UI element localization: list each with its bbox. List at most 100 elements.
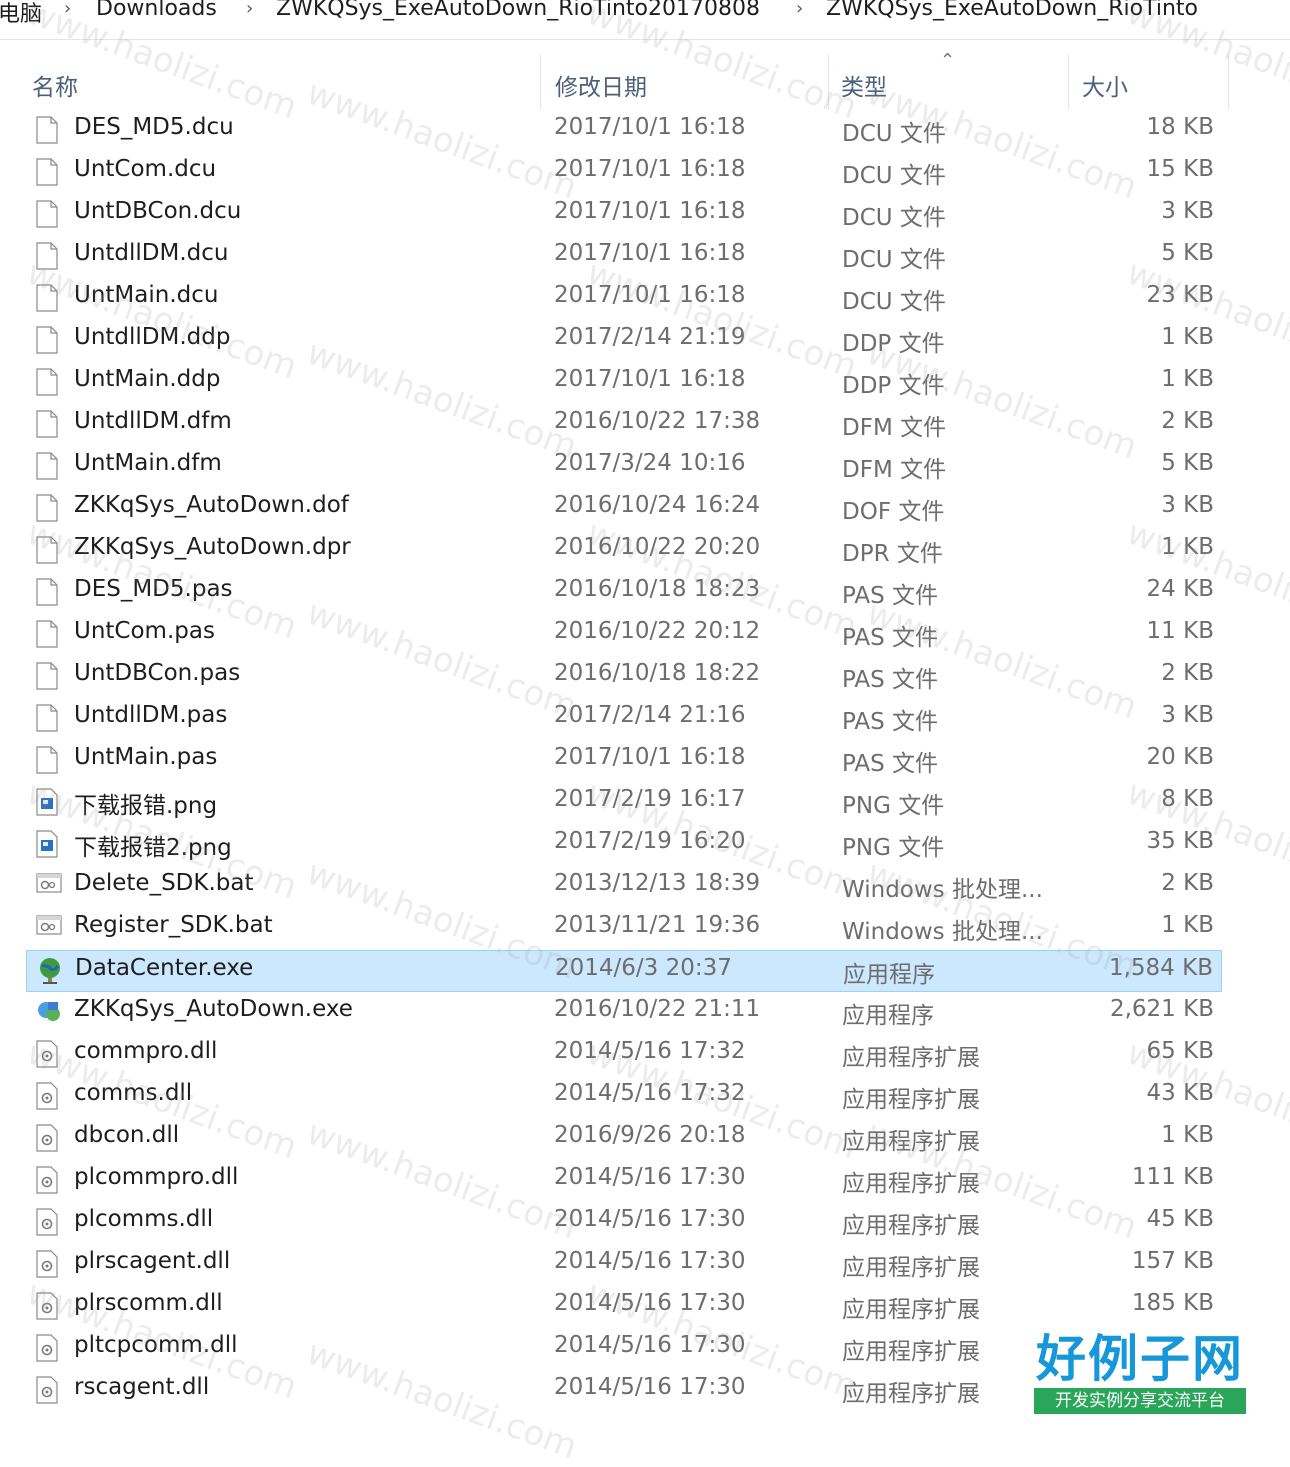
file-name: UntdllDM.dcu	[74, 240, 229, 266]
column-header-date[interactable]: 修改日期	[555, 68, 647, 102]
globe-app-icon	[37, 957, 60, 985]
file-row[interactable]: UntdllDM.dcu 2017/10/1 16:18 DCU 文件 5 KB	[26, 236, 1222, 278]
file-size: 1 KB	[1161, 912, 1214, 938]
column-header-name[interactable]: 名称	[32, 68, 78, 102]
file-row[interactable]: UntdllDM.ddp 2017/2/14 21:19 DDP 文件 1 KB	[26, 320, 1222, 362]
file-row[interactable]: UntMain.pas 2017/10/1 16:18 PAS 文件 20 KB	[26, 740, 1222, 782]
file-row[interactable]: plcommpro.dll 2014/5/16 17:30 应用程序扩展 111 KB	[26, 1160, 1222, 1202]
blank-file-icon	[36, 620, 58, 648]
file-type: DDP 文件	[842, 373, 945, 399]
file-row[interactable]: ZKKqSys_AutoDown.dof 2016/10/24 16:24 DOF …	[26, 488, 1222, 530]
column-divider[interactable]	[1228, 54, 1229, 110]
blank-file-icon	[36, 368, 58, 396]
blank-file-icon	[36, 200, 58, 228]
file-row[interactable]: ZKKqSys_AutoDown.exe 2016/10/22 21:11 应用程序…	[26, 992, 1222, 1034]
file-row[interactable]: UntDBCon.dcu 2017/10/1 16:18 DCU 文件 3 KB	[26, 194, 1222, 236]
file-type: DFM 文件	[842, 415, 947, 441]
file-modified-date: 2014/5/16 17:30	[554, 1332, 746, 1358]
breadcrumb-item-parent-folder[interactable]: ZWKQSys_ExeAutoDown_RioTinto20170808	[276, 0, 760, 21]
file-row[interactable]: 下载报错2.png 2017/2/19 16:20 PNG 文件 35 KB	[26, 824, 1222, 866]
blank-file-icon	[36, 410, 58, 438]
file-row[interactable]: Delete_SDK.bat 2013/12/13 18:39 Windows 批处…	[26, 866, 1222, 908]
column-divider[interactable]	[540, 54, 541, 110]
file-size: 45 KB	[1146, 1206, 1214, 1232]
file-name: commpro.dll	[74, 1038, 218, 1064]
file-name: ZKKqSys_AutoDown.exe	[74, 996, 353, 1022]
file-row[interactable]: dbcon.dll 2016/9/26 20:18 应用程序扩展 1 KB	[26, 1118, 1222, 1160]
file-row[interactable]: UntMain.dfm 2017/3/24 10:16 DFM 文件 5 KB	[26, 446, 1222, 488]
dll-file-icon	[36, 1040, 58, 1068]
breadcrumb-item-current-folder[interactable]: ZWKQSys_ExeAutoDown_RioTinto	[826, 0, 1198, 21]
file-row[interactable]: UntCom.dcu 2017/10/1 16:18 DCU 文件 15 KB	[26, 152, 1222, 194]
file-row[interactable]: 下载报错.png 2017/2/19 16:17 PNG 文件 8 KB	[26, 782, 1222, 824]
file-row[interactable]: ZKKqSys_AutoDown.dpr 2016/10/22 20:20 DPR …	[26, 530, 1222, 572]
file-type: DCU 文件	[842, 247, 946, 273]
batch-file-icon	[36, 914, 62, 942]
column-divider[interactable]	[1068, 54, 1069, 110]
file-row[interactable]: UntCom.pas 2016/10/22 20:12 PAS 文件 11 KB	[26, 614, 1222, 656]
file-type: Windows 批处理...	[842, 877, 1043, 903]
dll-file-icon	[36, 1334, 58, 1362]
file-modified-date: 2017/10/1 16:18	[554, 744, 746, 770]
image-file-icon	[36, 788, 58, 816]
column-header-type[interactable]: 类型	[841, 68, 887, 102]
file-modified-date: 2017/2/19 16:17	[554, 786, 746, 812]
file-name: comms.dll	[74, 1080, 193, 1106]
file-row[interactable]: DES_MD5.dcu 2017/10/1 16:18 DCU 文件 18 KB	[26, 110, 1222, 152]
sort-ascending-icon: ⌃	[940, 50, 956, 71]
breadcrumb-item-pc[interactable]: 电脑	[0, 0, 42, 28]
file-name: UntMain.dfm	[74, 450, 222, 476]
file-row[interactable]: UntdllDM.dfm 2016/10/22 17:38 DFM 文件 2 KB	[26, 404, 1222, 446]
file-type: 应用程序扩展	[842, 1381, 980, 1407]
file-row[interactable]: DataCenter.exe 2014/6/3 20:37 应用程序 1,584 KB	[26, 950, 1222, 992]
file-row[interactable]: UntDBCon.pas 2016/10/18 18:22 PAS 文件 2 KB	[26, 656, 1222, 698]
file-size: 65 KB	[1146, 1038, 1214, 1064]
file-name: plcommpro.dll	[74, 1164, 239, 1190]
file-row[interactable]: commpro.dll 2014/5/16 17:32 应用程序扩展 65 KB	[26, 1034, 1222, 1076]
dll-file-icon	[36, 1376, 58, 1404]
file-row[interactable]: plrscomm.dll 2014/5/16 17:30 应用程序扩展 185 KB	[26, 1286, 1222, 1328]
file-type: DCU 文件	[842, 121, 946, 147]
file-row[interactable]: UntMain.dcu 2017/10/1 16:18 DCU 文件 23 KB	[26, 278, 1222, 320]
column-divider[interactable]	[828, 54, 829, 110]
file-name: DES_MD5.pas	[74, 576, 233, 602]
file-type: DDP 文件	[842, 331, 945, 357]
file-type: 应用程序	[843, 962, 935, 988]
file-row[interactable]: plcomms.dll 2014/5/16 17:30 应用程序扩展 45 KB	[26, 1202, 1222, 1244]
file-row[interactable]: UntdllDM.pas 2017/2/14 21:16 PAS 文件 3 KB	[26, 698, 1222, 740]
dll-file-icon	[36, 1166, 58, 1194]
file-row[interactable]: comms.dll 2014/5/16 17:32 应用程序扩展 43 KB	[26, 1076, 1222, 1118]
file-type: 应用程序扩展	[842, 1129, 980, 1155]
file-row[interactable]: UntMain.ddp 2017/10/1 16:18 DDP 文件 1 KB	[26, 362, 1222, 404]
file-name: 下载报错.png	[74, 793, 218, 819]
file-row[interactable]: DES_MD5.pas 2016/10/18 18:23 PAS 文件 24 KB	[26, 572, 1222, 614]
file-size: 15 KB	[1146, 156, 1214, 182]
file-modified-date: 2016/10/18 18:23	[554, 576, 761, 602]
file-size: 5 KB	[1161, 450, 1214, 476]
column-header-size[interactable]: 大小	[1082, 68, 1128, 102]
file-name: UntDBCon.dcu	[74, 198, 242, 224]
chevron-right-icon[interactable]: ›	[796, 0, 803, 19]
file-name: ZKKqSys_AutoDown.dpr	[74, 534, 351, 560]
chevron-right-icon[interactable]: ›	[246, 0, 253, 19]
file-name: dbcon.dll	[74, 1122, 180, 1148]
blank-file-icon	[36, 452, 58, 480]
file-row[interactable]: Register_SDK.bat 2013/11/21 19:36 Windows …	[26, 908, 1222, 950]
file-type: PAS 文件	[842, 583, 939, 609]
file-row[interactable]: plrscagent.dll 2014/5/16 17:30 应用程序扩展 157 K…	[26, 1244, 1222, 1286]
file-modified-date: 2017/10/1 16:18	[554, 198, 746, 224]
breadcrumb-item-downloads[interactable]: Downloads	[96, 0, 217, 21]
file-size: 2 KB	[1161, 408, 1214, 434]
file-modified-date: 2017/3/24 10:16	[554, 450, 746, 476]
file-name: plrscagent.dll	[74, 1248, 231, 1274]
dll-file-icon	[36, 1250, 58, 1278]
blank-file-icon	[36, 116, 58, 144]
chevron-right-icon[interactable]: ›	[64, 0, 71, 19]
file-modified-date: 2014/6/3 20:37	[555, 955, 732, 981]
file-type: 应用程序扩展	[842, 1045, 980, 1071]
file-size: 111 KB	[1131, 1164, 1214, 1190]
file-modified-date: 2014/5/16 17:30	[554, 1206, 746, 1232]
file-size: 1 KB	[1161, 324, 1214, 350]
blank-file-icon	[36, 578, 58, 606]
file-name: UntdllDM.dfm	[74, 408, 232, 434]
